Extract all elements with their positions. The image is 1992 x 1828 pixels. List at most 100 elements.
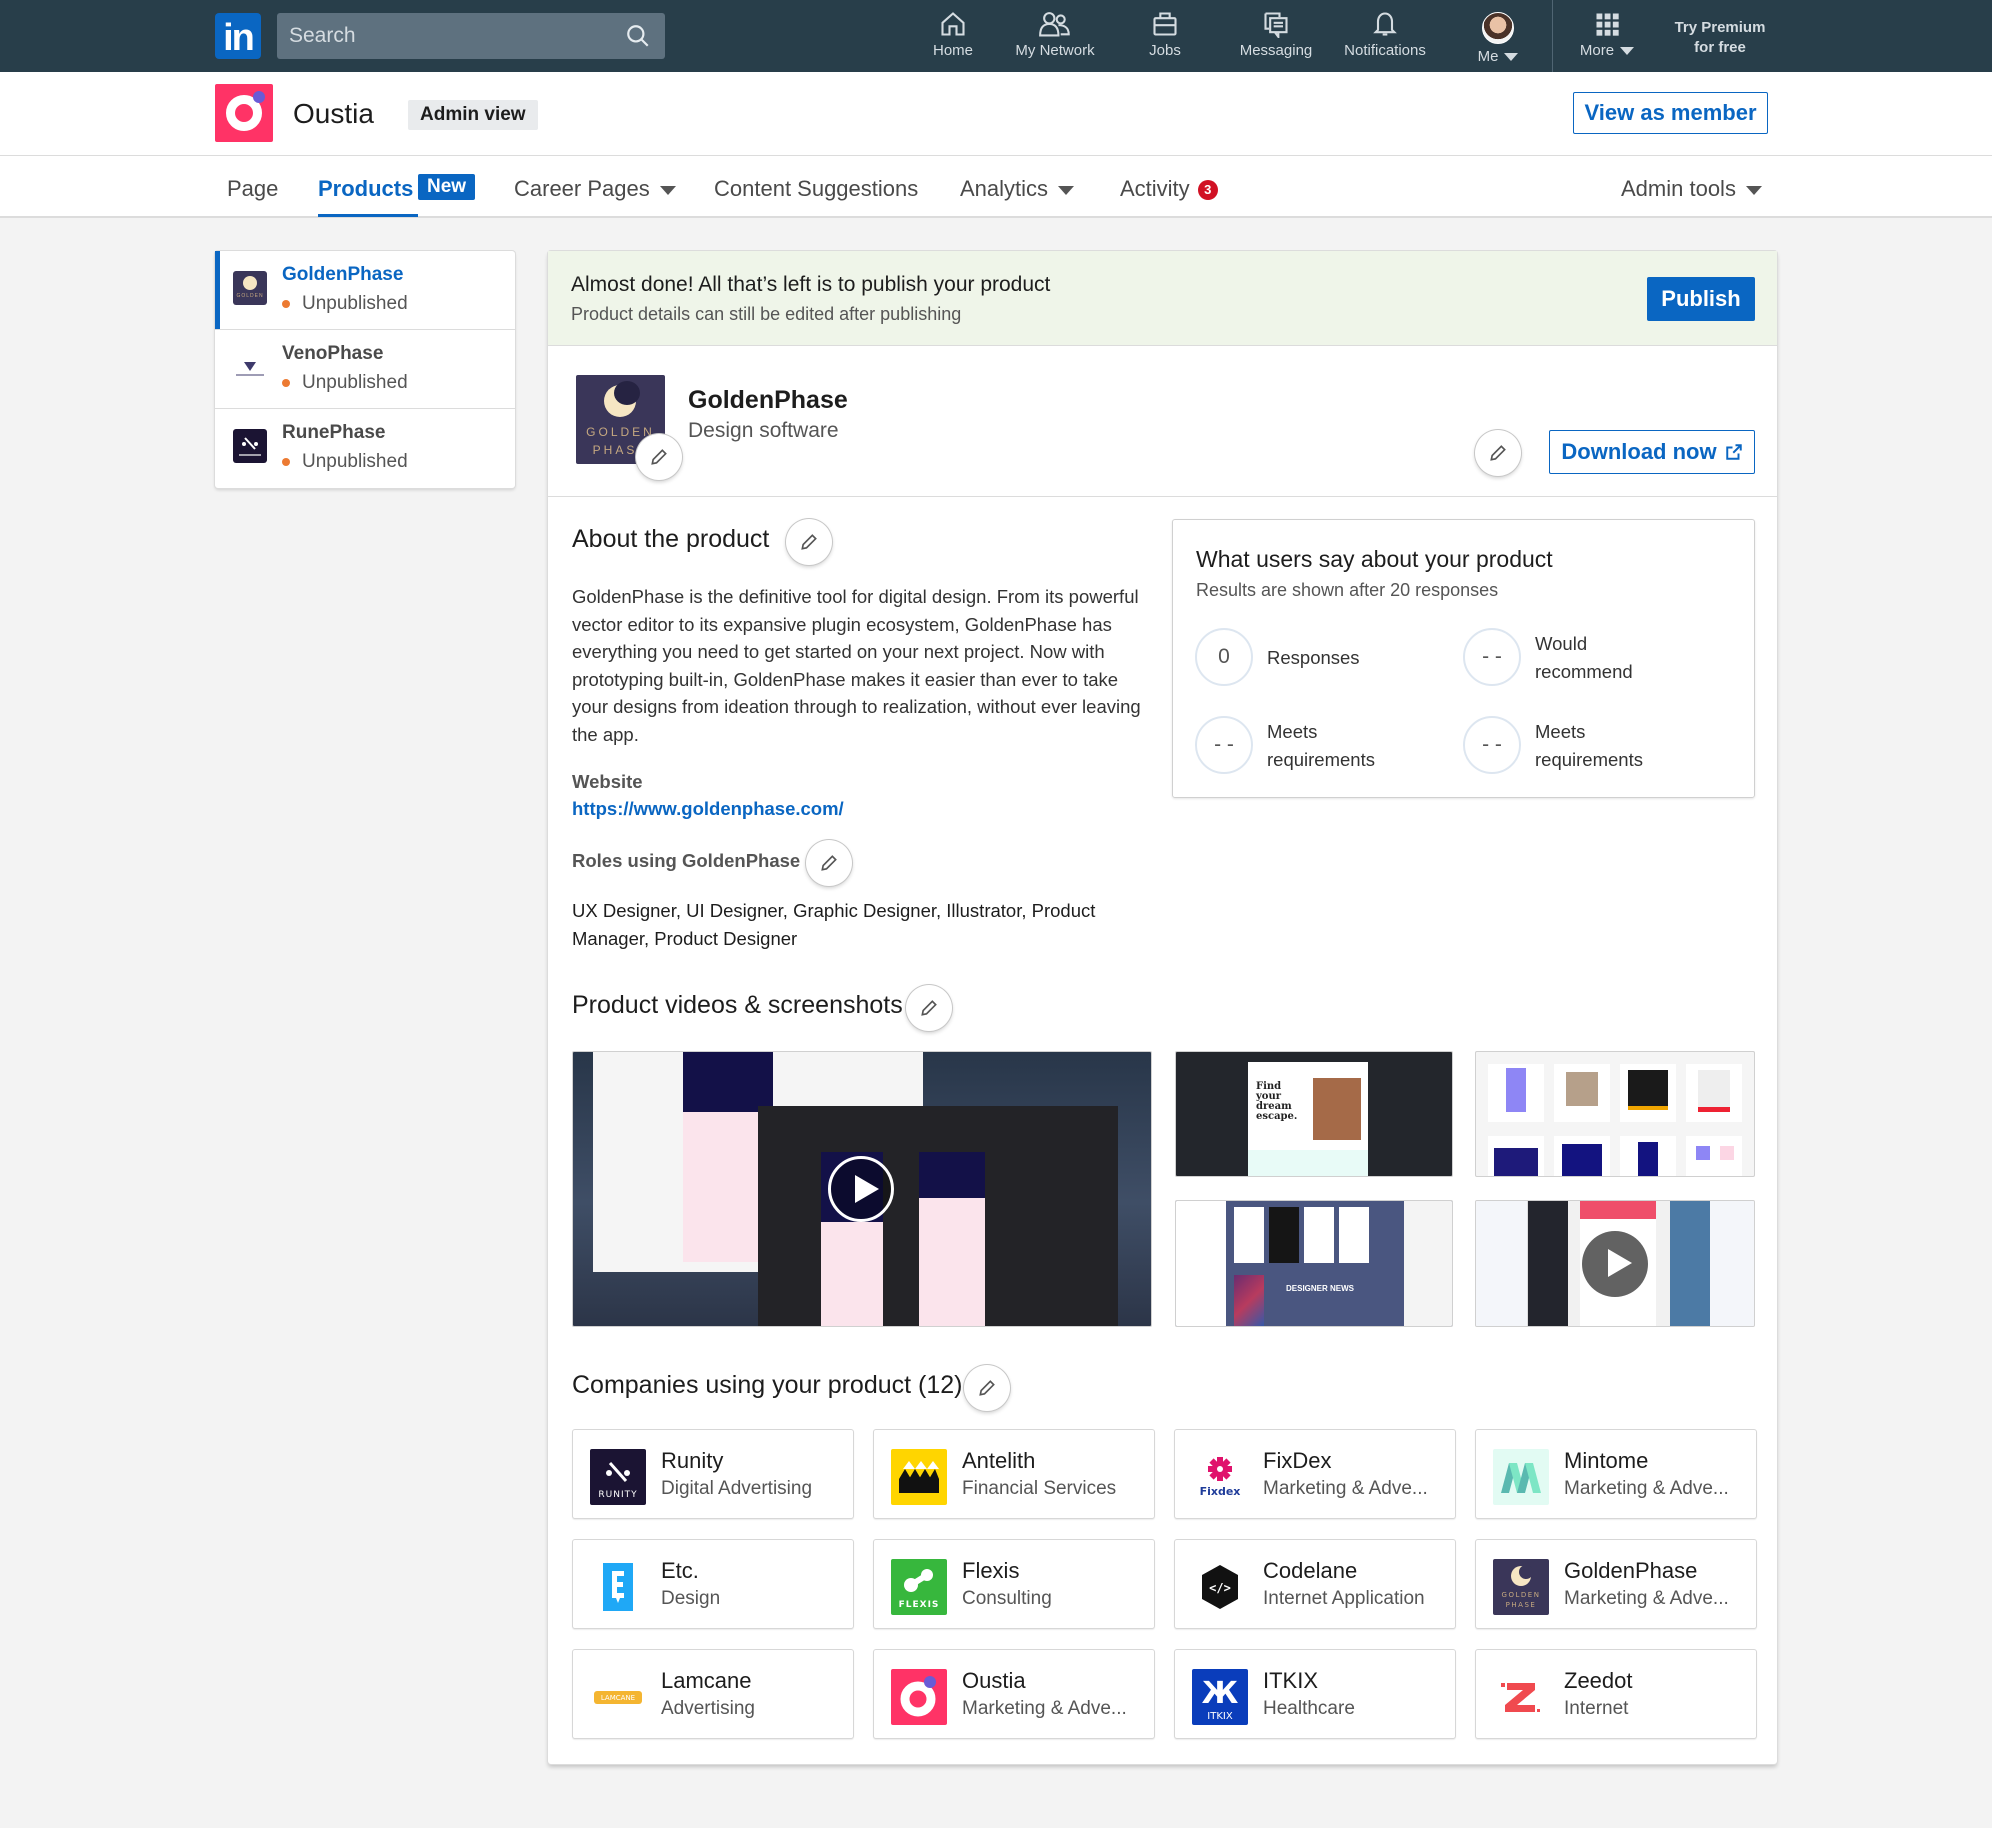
edit-videos-button[interactable] [906, 985, 952, 1031]
product-list-item[interactable]: GOLDEN GoldenPhase Unpublished [215, 251, 515, 330]
artboard-card [1620, 1064, 1676, 1122]
roles-label: Roles using GoldenPhase [572, 850, 801, 871]
stat-value: - - [1195, 716, 1253, 774]
edit-header-button[interactable] [1475, 430, 1521, 476]
company-industry: Consulting [962, 1588, 1052, 1609]
tab-analytics[interactable]: Analytics [960, 176, 1075, 202]
itkix-logo: Ж ITKIX [1192, 1669, 1248, 1725]
stat-responses: 0 Responses [1195, 628, 1465, 688]
roles-list: UX Designer, UI Designer, Graphic Design… [572, 900, 1096, 949]
company-card[interactable]: Oustia Marketing & Adve... [873, 1649, 1155, 1739]
feedback-title: What users say about your product [1196, 546, 1553, 572]
company-header: Oustia Admin view View as member [0, 72, 1992, 156]
svg-text:RUNITY: RUNITY [598, 1490, 637, 1500]
tab-label: Products [318, 176, 414, 201]
tab-label: Career Pages [514, 176, 650, 201]
phone-header [683, 1052, 773, 1112]
artboard-card [1554, 1136, 1610, 1176]
nav-me[interactable]: Me [1468, 12, 1528, 68]
tab-label: Content Suggestions [714, 176, 919, 201]
search-icon[interactable] [625, 23, 651, 49]
download-now-button[interactable]: Download now [1549, 430, 1755, 474]
company-card[interactable]: Antelith Financial Services [873, 1429, 1155, 1519]
tab-products[interactable]: Products [318, 176, 413, 202]
tab-activity[interactable]: Activity 3 [1120, 176, 1218, 202]
bell-icon [1373, 12, 1397, 36]
tab-career-pages[interactable]: Career Pages [514, 176, 676, 202]
edit-companies-button[interactable] [964, 1365, 1010, 1411]
edit-roles-button[interactable] [806, 840, 852, 886]
admin-tabs: Page Products New Career Pages Content S… [0, 156, 1992, 218]
tab-page[interactable]: Page [227, 176, 278, 202]
company-card[interactable]: FLEXIS Flexis Consulting [873, 1539, 1155, 1629]
layers-panel [1176, 1201, 1226, 1326]
nav-jobs[interactable]: Jobs [1130, 10, 1200, 66]
company-card[interactable]: GOLDEN PHASE GoldenPhase Marketing & Adve… [1475, 1539, 1757, 1629]
company-card[interactable]: Etc. Design [572, 1539, 854, 1629]
companies-title: Companies using your product (12) [572, 1371, 963, 1399]
nav-notifications[interactable]: Notifications [1338, 10, 1432, 66]
tab-content-suggestions[interactable]: Content Suggestions [714, 176, 918, 202]
caret-down-icon [1058, 185, 1075, 195]
admin-tools-dropdown[interactable]: Admin tools [1621, 176, 1762, 202]
product-list-item[interactable]: VenoPhase Unpublished [215, 330, 515, 409]
product-name: GoldenPhase [688, 386, 848, 414]
stat-label: Meets requirements [1267, 721, 1375, 770]
media-video-thumbnail[interactable] [572, 1051, 1152, 1327]
company-card[interactable]: RUNITY Runity Digital Advertising [572, 1429, 854, 1519]
caret-down-icon [659, 185, 676, 195]
company-card[interactable]: LAMCANE Lamcane Advertising [572, 1649, 854, 1739]
try-premium-link[interactable]: Try Premium for free [1670, 18, 1770, 58]
layers-panel [1476, 1201, 1528, 1326]
company-name: Lamcane [661, 1668, 752, 1693]
play-icon[interactable] [1582, 1231, 1648, 1297]
artboard [1234, 1207, 1264, 1263]
external-link-icon [1725, 444, 1742, 460]
mintome-logo [1493, 1449, 1549, 1505]
product-list-item[interactable]: RunePhase Unpublished [215, 409, 515, 488]
nav-label: My Network [1015, 42, 1095, 59]
runity-logo: RUNITY [590, 1449, 646, 1505]
nav-label: Me [1477, 48, 1499, 65]
nav-home[interactable]: Home [920, 10, 986, 66]
tab-label: Activity [1120, 176, 1190, 201]
pencil-icon [801, 534, 817, 550]
svg-text:FLEXIS: FLEXIS [899, 1600, 940, 1610]
company-name: Antelith [962, 1448, 1036, 1473]
avatar [1482, 12, 1514, 44]
media-screenshot-thumbnail[interactable] [1475, 1051, 1755, 1177]
caret-down-icon [1745, 185, 1762, 195]
nav-more[interactable]: More [1572, 10, 1642, 66]
edit-logo-button[interactable] [636, 434, 682, 480]
play-icon[interactable] [828, 1156, 894, 1222]
media-screenshot-thumbnail[interactable]: Find your dream escape. [1175, 1051, 1453, 1177]
stat-label: Meets requirements [1535, 721, 1643, 770]
edit-about-button[interactable] [786, 519, 832, 565]
nav-label: Home [932, 42, 973, 59]
media-screenshot-thumbnail[interactable]: DESIGNER NEWS [1175, 1200, 1453, 1327]
banner-subtitle: Product details can still be edited afte… [571, 304, 962, 324]
company-card[interactable]: </> Codelane Internet Application [1174, 1539, 1456, 1629]
tab-label: Page [227, 176, 279, 201]
linkedin-logo[interactable]: in [215, 13, 261, 59]
about-description: GoldenPhase is the definitive tool for d… [572, 586, 1141, 745]
company-card[interactable]: Zeedot Internet [1475, 1649, 1757, 1739]
website-link[interactable]: https://www.goldenphase.com/ [572, 798, 844, 820]
company-card[interactable]: Mintome Marketing & Adve... [1475, 1429, 1757, 1519]
product-category: Design software [688, 419, 839, 442]
nav-messaging[interactable]: Messaging [1234, 10, 1318, 66]
company-industry: Healthcare [1263, 1698, 1355, 1719]
company-card[interactable]: Ж ITKIX ITKIX Healthcare [1174, 1649, 1456, 1739]
publish-button[interactable]: Publish [1647, 277, 1755, 321]
svg-text:LAMCANE: LAMCANE [601, 1694, 635, 1702]
company-card[interactable]: Fixdex FixDex Marketing & Adve... [1174, 1429, 1456, 1519]
inspector-panel [1404, 1201, 1452, 1326]
company-name: Etc. [661, 1558, 699, 1583]
artboard-text: DESIGNER NEWS [1286, 1284, 1355, 1293]
search-input[interactable] [277, 13, 607, 59]
view-as-member-button[interactable]: View as member [1573, 92, 1768, 134]
nav-my-network[interactable]: My Network [1010, 10, 1100, 66]
artboard-card [1620, 1136, 1676, 1176]
media-video-thumbnail[interactable] [1475, 1200, 1755, 1327]
lamcane-logo: LAMCANE [590, 1669, 646, 1725]
